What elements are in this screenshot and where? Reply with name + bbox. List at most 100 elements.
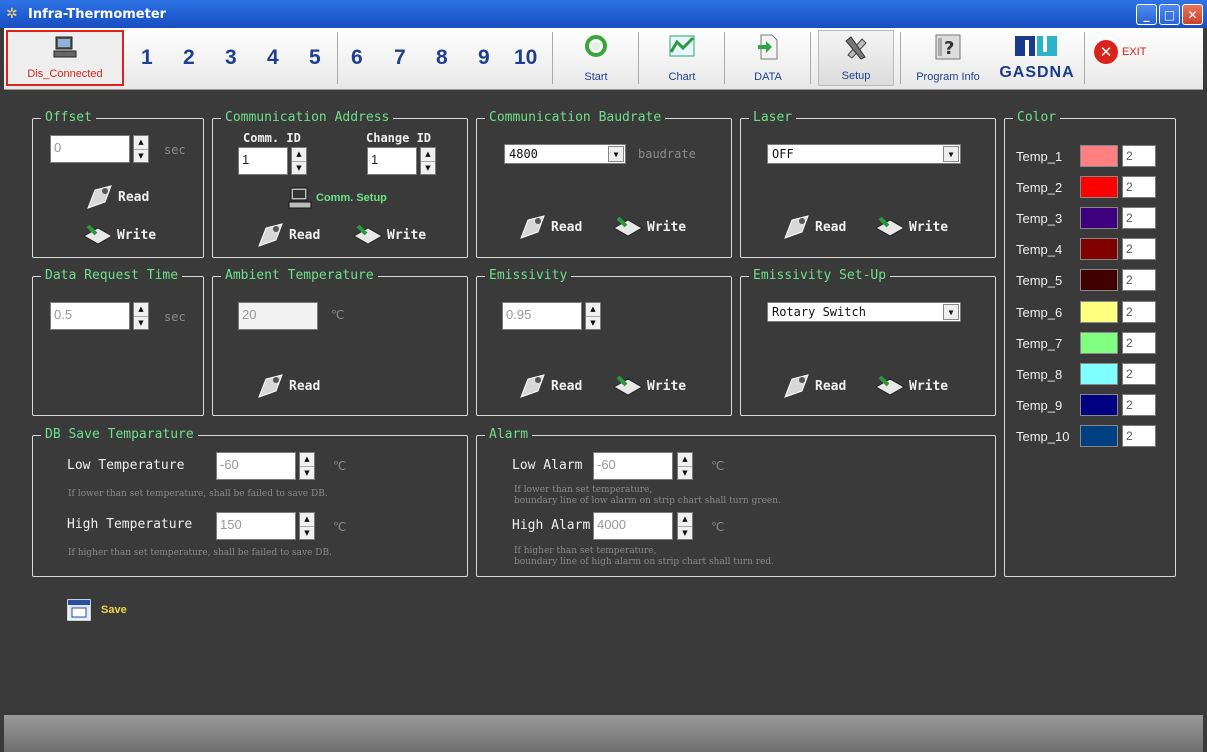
read-icon	[520, 215, 545, 239]
channel-3-button[interactable]: 3	[225, 46, 237, 70]
chevron-down-icon[interactable]: ▼	[608, 146, 624, 162]
data-button[interactable]: DATA	[732, 30, 804, 86]
db-low-temp-input[interactable]: -60	[216, 452, 296, 480]
brand-name: GASDNA	[999, 64, 1075, 81]
channel-10-button[interactable]: 10	[514, 46, 537, 70]
setup-button[interactable]: Setup	[818, 30, 894, 86]
emissivity-setup-write-button[interactable]: Write	[874, 373, 948, 399]
laser-write-button[interactable]: Write	[874, 214, 948, 240]
setup-icon	[845, 36, 867, 60]
change-id-spinner[interactable]: ▲ ▼	[420, 147, 436, 175]
ambient-input[interactable]: 20	[238, 302, 318, 330]
computer-icon	[53, 36, 77, 58]
db-high-temp-spinner[interactable]: ▲ ▼	[299, 512, 315, 540]
offset-input[interactable]: 0	[50, 135, 130, 163]
exit-button[interactable]: ✕ EXIT	[1094, 40, 1146, 64]
brand-logo: GASDNA	[994, 34, 1080, 84]
low-alarm-spinner[interactable]: ▲ ▼	[677, 452, 693, 480]
db-save-title: DB Save Temparature	[41, 427, 198, 442]
high-alarm-spinner[interactable]: ▲ ▼	[677, 512, 693, 540]
laser-read-button[interactable]: Read	[782, 214, 846, 240]
ambient-read-button[interactable]: Read	[256, 373, 320, 399]
db-low-temp-spinner[interactable]: ▲ ▼	[299, 452, 315, 480]
emissivity-read-button[interactable]: Read	[518, 373, 582, 399]
write-icon	[82, 224, 114, 245]
offset-write-button[interactable]: Write	[82, 222, 156, 248]
emissivity-setup-title: Emissivity Set-Up	[749, 268, 891, 283]
comm-id-spinner[interactable]: ▲ ▼	[291, 147, 307, 175]
change-id-input[interactable]: 1	[367, 147, 417, 175]
baudrate-title: Communication Baudrate	[485, 110, 666, 125]
comm-write-button[interactable]: Write	[352, 222, 426, 248]
color-row-temp-7: Temp_7 2	[1016, 332, 1156, 354]
color-row-temp-2: Temp_2 2	[1016, 176, 1156, 198]
line-width-input[interactable]: 2	[1122, 269, 1156, 291]
channel-7-button[interactable]: 7	[394, 46, 406, 70]
color-swatch[interactable]	[1080, 176, 1118, 198]
channel-2-button[interactable]: 2	[183, 46, 195, 70]
channel-4-button[interactable]: 4	[267, 46, 279, 70]
offset-spinner[interactable]: ▲ ▼	[133, 135, 149, 163]
channel-9-button[interactable]: 9	[478, 46, 490, 70]
line-width-input[interactable]: 2	[1122, 238, 1156, 260]
color-swatch[interactable]	[1080, 394, 1118, 416]
start-button[interactable]: Start	[560, 30, 632, 86]
close-button[interactable]: ✕	[1182, 4, 1203, 25]
channel-8-button[interactable]: 8	[436, 46, 448, 70]
color-swatch[interactable]	[1080, 301, 1118, 323]
minimize-button[interactable]: _	[1136, 4, 1157, 25]
chevron-down-icon[interactable]: ▼	[943, 304, 959, 320]
connection-button[interactable]: Dis_Connected	[6, 30, 124, 86]
request-time-group: Data Request Time	[32, 268, 204, 416]
window-title: Infra-Thermometer	[28, 6, 167, 22]
start-icon	[585, 35, 607, 57]
line-width-input[interactable]: 2	[1122, 145, 1156, 167]
line-width-input[interactable]: 2	[1122, 301, 1156, 323]
emissivity-write-button[interactable]: Write	[612, 373, 686, 399]
status-bar	[4, 715, 1203, 752]
save-button[interactable]: Save	[67, 599, 127, 621]
emissivity-spinner[interactable]: ▲ ▼	[585, 302, 601, 330]
chevron-down-icon[interactable]: ▼	[943, 146, 959, 162]
read-icon	[784, 215, 809, 239]
color-swatch[interactable]	[1080, 425, 1118, 447]
color-swatch[interactable]	[1080, 332, 1118, 354]
line-width-input[interactable]: 2	[1122, 207, 1156, 229]
color-swatch[interactable]	[1080, 363, 1118, 385]
baudrate-select[interactable]: 4800 ▼	[504, 144, 626, 164]
alarm-title: Alarm	[485, 427, 533, 442]
baudrate-read-button[interactable]: Read	[518, 214, 582, 240]
baudrate-write-button[interactable]: Write	[612, 214, 686, 240]
request-time-input[interactable]: 0.5	[50, 302, 130, 330]
request-time-spinner[interactable]: ▲ ▼	[133, 302, 149, 330]
color-swatch[interactable]	[1080, 207, 1118, 229]
channel-5-button[interactable]: 5	[309, 46, 321, 70]
chart-button[interactable]: Chart	[646, 30, 718, 86]
comm-id-input[interactable]: 1	[238, 147, 288, 175]
high-alarm-input[interactable]: 4000	[593, 512, 673, 540]
channel-1-button[interactable]: 1	[141, 46, 153, 70]
line-width-input[interactable]: 2	[1122, 176, 1156, 198]
line-width-input[interactable]: 2	[1122, 425, 1156, 447]
low-alarm-input[interactable]: -60	[593, 452, 673, 480]
emissivity-setup-select[interactable]: Rotary Switch ▼	[767, 302, 961, 322]
emissivity-setup-read-button[interactable]: Read	[782, 373, 846, 399]
color-swatch[interactable]	[1080, 238, 1118, 260]
color-row-temp-9: Temp_9 2	[1016, 394, 1156, 416]
maximize-button[interactable]: □	[1159, 4, 1180, 25]
program-info-button[interactable]: ? Program Info	[907, 30, 989, 86]
channel-6-button[interactable]: 6	[351, 46, 363, 70]
write-icon	[874, 375, 906, 396]
emissivity-input[interactable]: 0.95	[502, 302, 582, 330]
line-width-input[interactable]: 2	[1122, 332, 1156, 354]
line-width-input[interactable]: 2	[1122, 394, 1156, 416]
laser-select[interactable]: OFF ▼	[767, 144, 961, 164]
line-width-input[interactable]: 2	[1122, 363, 1156, 385]
color-swatch[interactable]	[1080, 269, 1118, 291]
db-high-temp-input[interactable]: 150	[216, 512, 296, 540]
comm-setup-button[interactable]: Comm. Setup	[288, 187, 387, 209]
comm-read-button[interactable]: Read	[256, 222, 320, 248]
exit-icon: ✕	[1094, 40, 1118, 64]
offset-read-button[interactable]: Read	[85, 184, 149, 210]
color-swatch[interactable]	[1080, 145, 1118, 167]
